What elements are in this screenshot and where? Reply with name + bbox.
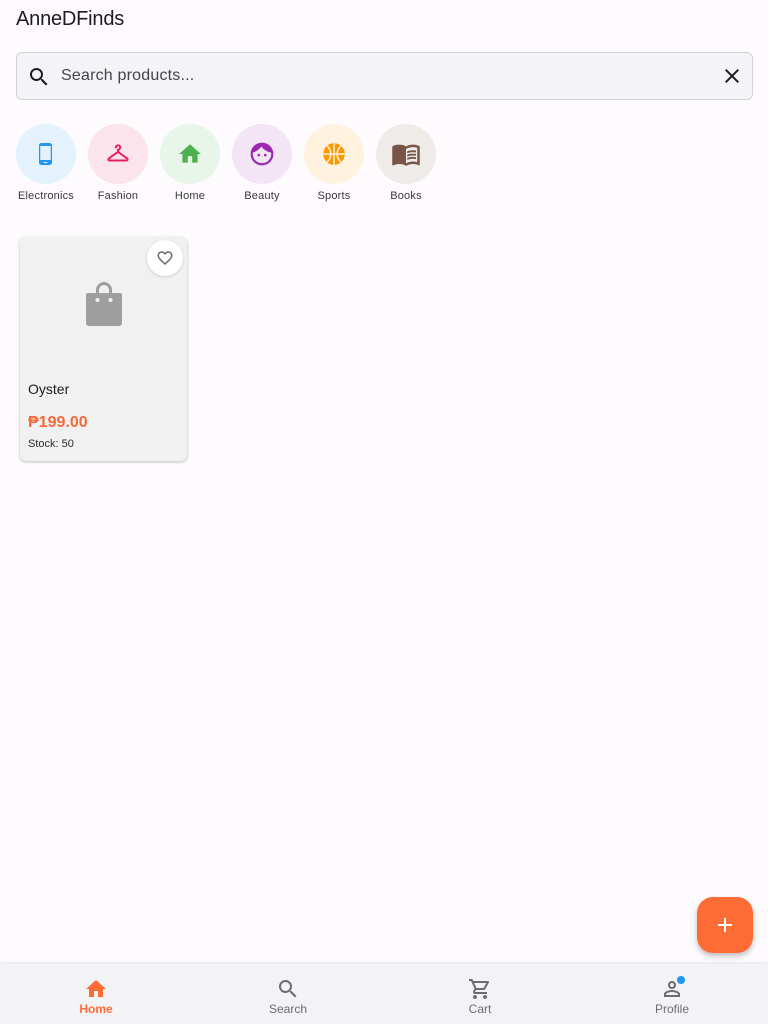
notification-badge xyxy=(677,976,685,984)
search-input[interactable] xyxy=(61,53,711,99)
favorite-button[interactable] xyxy=(147,240,183,276)
product-price: ₱199.00 xyxy=(28,414,88,431)
add-product-button[interactable] xyxy=(697,897,753,953)
face-icon xyxy=(250,142,274,166)
shopping-bag-icon xyxy=(85,282,122,326)
category-label: Beauty xyxy=(244,190,280,202)
category-circle xyxy=(88,124,148,184)
category-circle xyxy=(304,124,364,184)
product-card[interactable]: Oyster ₱199.00 Stock: 50 xyxy=(20,237,187,461)
category-label: Sports xyxy=(317,190,351,202)
basketball-icon xyxy=(323,143,345,165)
category-circle xyxy=(160,124,220,184)
category-list: Electronics Fashion Home Beauty Sports B… xyxy=(16,124,436,202)
search-icon xyxy=(279,980,297,998)
nav-item-search[interactable]: Search xyxy=(192,964,384,1024)
category-sports[interactable]: Sports xyxy=(304,124,364,202)
category-circle xyxy=(16,124,76,184)
category-beauty[interactable]: Beauty xyxy=(232,124,292,202)
category-label: Electronics xyxy=(18,190,74,202)
category-books[interactable]: Books xyxy=(376,124,436,202)
category-circle xyxy=(376,124,436,184)
product-name: Oyster xyxy=(28,381,70,397)
heart-outline-icon xyxy=(157,251,173,266)
search-icon xyxy=(30,68,48,86)
app-title: AnneDFinds xyxy=(16,8,125,30)
category-label: Fashion xyxy=(97,190,139,202)
home-icon xyxy=(179,144,201,163)
hanger-icon xyxy=(107,144,129,162)
search-bar xyxy=(16,52,753,100)
smartphone-icon xyxy=(39,143,52,165)
plus-icon xyxy=(718,918,732,932)
nav-item-home[interactable]: Home xyxy=(0,964,192,1024)
home-icon xyxy=(86,980,106,997)
nav-item-profile[interactable]: Profile xyxy=(576,964,768,1024)
nav-label: Home xyxy=(79,1002,113,1016)
category-label: Home xyxy=(174,190,206,202)
category-home[interactable]: Home xyxy=(160,124,220,202)
category-label: Books xyxy=(390,190,422,202)
book-icon xyxy=(392,144,420,166)
nav-label: Search xyxy=(268,1002,308,1016)
category-circle xyxy=(232,124,292,184)
cart-icon xyxy=(469,979,490,999)
nav-item-cart[interactable]: Cart xyxy=(384,964,576,1024)
nav-label: Cart xyxy=(468,1002,492,1016)
nav-label: Profile xyxy=(654,1002,689,1016)
bottom-navigation: Home Search Cart Profile xyxy=(0,964,768,1024)
product-stock: Stock: 50 xyxy=(28,438,74,450)
category-fashion[interactable]: Fashion xyxy=(88,124,148,202)
category-electronics[interactable]: Electronics xyxy=(16,124,76,202)
close-icon[interactable] xyxy=(720,64,744,88)
